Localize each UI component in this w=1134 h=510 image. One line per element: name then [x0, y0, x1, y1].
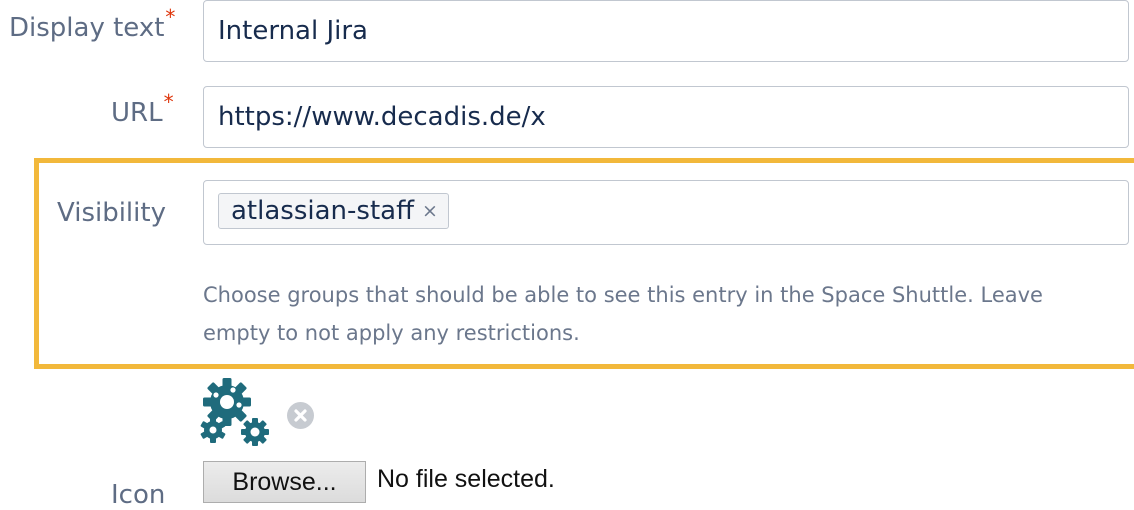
- display-text-input[interactable]: Internal Jira: [203, 0, 1129, 62]
- file-status-text: No file selected.: [377, 465, 555, 493]
- url-label: URL*: [111, 90, 174, 128]
- visibility-help-text: Choose groups that should be able to see…: [203, 276, 1134, 352]
- group-tag-label: atlassian-staff: [231, 196, 414, 226]
- required-indicator: *: [163, 90, 174, 114]
- browse-button[interactable]: Browse...: [203, 461, 366, 503]
- required-indicator: *: [165, 5, 176, 29]
- group-tag: atlassian-staff ×: [218, 193, 449, 229]
- url-value: https://www.decadis.de/x: [218, 102, 546, 132]
- display-text-label: Display text*: [9, 5, 175, 43]
- icon-label-text: Icon: [111, 480, 166, 510]
- visibility-label-text: Visibility: [57, 198, 166, 228]
- remove-circle-icon[interactable]: [287, 402, 314, 429]
- visibility-group-picker[interactable]: atlassian-staff ×: [203, 180, 1129, 245]
- display-text-label-text: Display text: [9, 13, 165, 43]
- gears-icon: [198, 374, 272, 448]
- url-input[interactable]: https://www.decadis.de/x: [203, 86, 1129, 148]
- icon-label: Icon: [111, 480, 165, 510]
- display-text-value: Internal Jira: [218, 16, 368, 46]
- remove-tag-icon[interactable]: ×: [422, 201, 438, 221]
- help-line-1: Choose groups that should be able to see…: [203, 283, 1043, 307]
- help-line-2: empty to not apply any restrictions.: [203, 321, 580, 345]
- visibility-label: Visibility: [57, 198, 166, 228]
- url-label-text: URL: [111, 98, 163, 128]
